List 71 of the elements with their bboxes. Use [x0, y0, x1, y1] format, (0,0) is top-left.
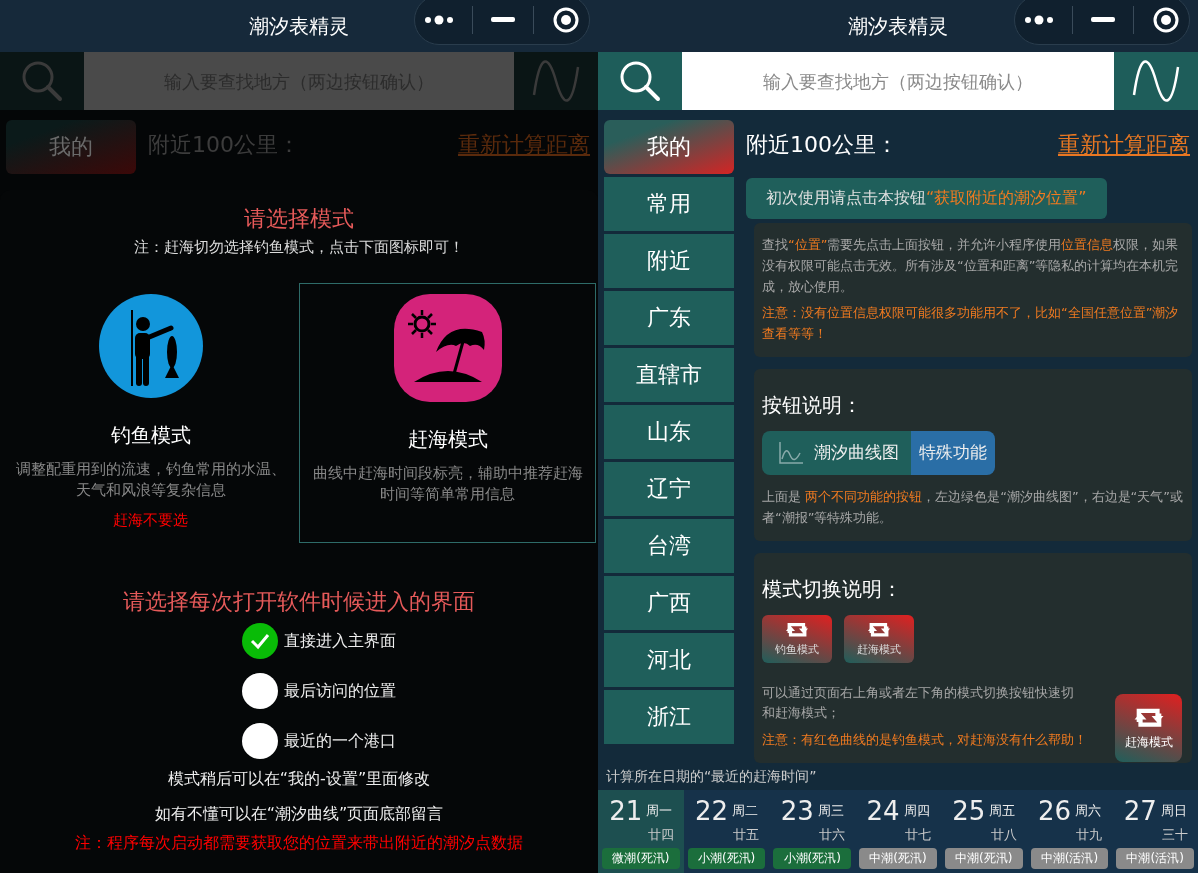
recalculate-link[interactable]: 重新计算距离: [1058, 130, 1190, 160]
nearby-heading: 附近100公里：: [746, 131, 898, 159]
sidebar-item[interactable]: 河北: [604, 633, 734, 687]
option-label: 最后访问的位置: [284, 680, 396, 702]
mode-info-text: 和赶海模式；: [762, 704, 841, 723]
sidebar-item[interactable]: 直辖市: [604, 348, 734, 402]
minimize-icon[interactable]: [491, 17, 515, 23]
mode-switch-button[interactable]: 赶海模式: [1115, 694, 1182, 762]
mode-switch-button[interactable]: 钓鱼模式: [762, 614, 832, 663]
mode-label: 赶海模式: [407, 426, 488, 453]
close-icon[interactable]: [552, 6, 580, 34]
chart-icon: [778, 441, 804, 465]
sidebar-item[interactable]: 广西: [604, 576, 734, 630]
search-icon[interactable]: [618, 59, 662, 103]
sidebar-item[interactable]: 台湾: [604, 519, 734, 573]
mode-option[interactable]: 赶海模式 曲线中赶海时间段标亮，辅助中推荐赶海时间等简单常用信息: [299, 283, 596, 543]
tide-tag: 中潮(死汛): [944, 848, 1023, 869]
sidebar-item[interactable]: 附近: [604, 234, 734, 288]
buttons-info-text: 上面是 两个不同功能的按钮，左边绿色是“潮汐曲线图”，右边是“天气”或者“潮报”等特殊功能。: [762, 488, 1184, 527]
card-title: 模式切换说明：: [762, 575, 903, 603]
search-field[interactable]: 输入要查找地方（两边按钮确认）: [682, 52, 1114, 110]
minimize-icon[interactable]: [1091, 17, 1115, 23]
fisherman-icon[interactable]: [98, 294, 203, 398]
option-label: 直接进入主界面: [284, 630, 396, 652]
check-icon: [249, 632, 271, 650]
location-info-text: 查找“位置”需要先点击上面按钮，并允许小程序使用位置信息权限，如果没有权限可能点击无效。所有涉及“位置和距离”等隐私的计算均在本机完成，放心使用。: [762, 236, 1180, 296]
dialog-note: 注：赶海切勿选择钓鱼模式，点击下面图标即可！: [134, 238, 464, 257]
sidebar-item[interactable]: 山东: [604, 405, 734, 459]
mode-option[interactable]: 钓鱼模式 调整配重用到的流速，钓鱼常用的水温、天气和风浪等复杂信息 赶海不要选: [2, 283, 299, 543]
mode-label: 钓鱼模式: [110, 422, 191, 449]
tide-tag: 小潮(死汛): [773, 848, 852, 869]
mode-description: 调整配重用到的流速，钓鱼常用的水温、天气和风浪等复杂信息: [14, 459, 287, 501]
nearby-heading: 附近100公里：: [148, 131, 300, 159]
beach-umbrella-icon[interactable]: [393, 294, 502, 402]
mode-description: 曲线中赶海时间段标亮，辅助中推荐赶海时间等简单常用信息: [311, 463, 584, 505]
hint-text: 模式稍后可以在“我的-设置”里面修改: [167, 769, 431, 790]
tide-tag: 中潮(活汛): [1030, 848, 1109, 869]
footer-note: 注：程序每次启动都需要获取您的位置来带出附近的潮汐点数据: [75, 833, 523, 854]
tide-tag: 小潮(死汛): [687, 848, 766, 869]
mode-warning: 注意：有红色曲线的是钓鱼模式，对赶海没有什么帮助！: [762, 731, 1087, 750]
mode-switch-button[interactable]: 赶海模式: [844, 614, 914, 663]
close-icon[interactable]: [1152, 6, 1180, 34]
app-title: 潮汐表精灵: [848, 12, 948, 40]
tide-tag: 中潮(死汛): [859, 848, 937, 869]
more-icon[interactable]: [1024, 15, 1054, 25]
card-title: 按钮说明：: [762, 392, 863, 419]
swap-icon: [784, 620, 810, 640]
swap-icon: [866, 620, 892, 640]
app-title: 潮汐表精灵: [249, 12, 349, 40]
radio-button[interactable]: [242, 723, 278, 759]
tide-tag: 中潮(活汛): [1116, 848, 1195, 869]
sidebar-item[interactable]: 辽宁: [604, 462, 734, 516]
radio-button[interactable]: [242, 623, 278, 659]
permission-warning: 注意：没有位置信息权限可能很多功能用不了，比如“全国任意位置”潮汐查看等等！: [762, 304, 1180, 344]
tide-tag: 微潮(死汛): [602, 848, 680, 869]
sidebar-item[interactable]: 我的: [604, 120, 734, 174]
special-button[interactable]: 特殊功能: [911, 431, 995, 475]
more-icon[interactable]: [424, 15, 454, 25]
option-label: 最近的一个港口: [284, 730, 396, 752]
sidebar-item[interactable]: 常用: [604, 177, 734, 231]
start-page-title: 请选择每次打开软件时候进入的界面: [123, 588, 475, 616]
radio-button[interactable]: [242, 673, 278, 709]
dialog-title: 请选择模式: [244, 205, 354, 233]
hint-text: 如有不懂可以在“潮汐曲线”页面底部留言: [154, 804, 444, 825]
mode-warning: 赶海不要选: [113, 511, 188, 530]
chart-button[interactable]: 潮汐曲线图: [762, 431, 911, 475]
sidebar-item[interactable]: 广东: [604, 291, 734, 345]
caption-text: 计算所在日期的“最近的赶海时间”: [606, 768, 817, 786]
mode-info-text: 可以通过页面右上角或者左下角的模式切换按钮快速切: [762, 683, 1075, 702]
sidebar-item[interactable]: 浙江: [604, 690, 734, 744]
locate-button[interactable]: 初次使用请点击本按钮“获取附近的潮汐位置”: [746, 178, 1107, 219]
